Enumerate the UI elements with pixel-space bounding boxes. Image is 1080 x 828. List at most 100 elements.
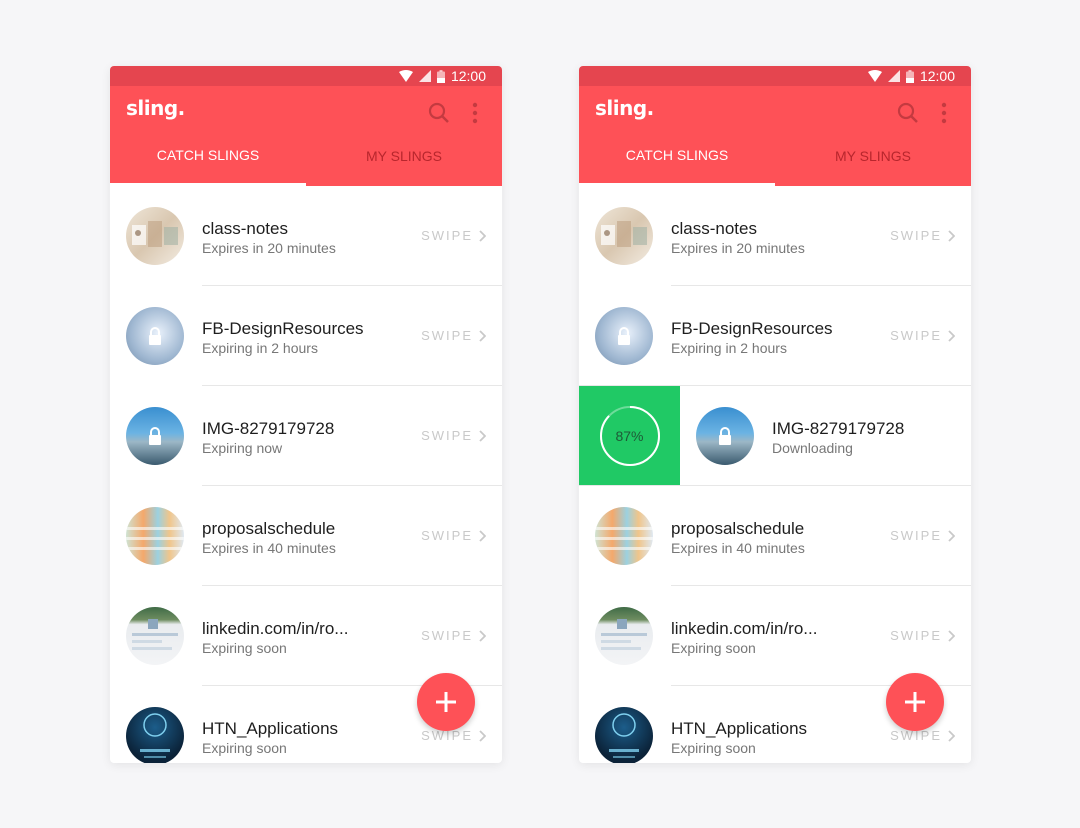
add-sling-button[interactable] bbox=[417, 673, 475, 731]
thumbnail bbox=[126, 407, 184, 465]
notes-thumbnail-image bbox=[132, 221, 178, 247]
list-item[interactable]: proposalschedule Expires in 40 minutes SW… bbox=[110, 486, 502, 586]
item-title: proposalschedule bbox=[671, 519, 805, 538]
htn-logo-image bbox=[609, 713, 639, 758]
download-progress-panel: 87% bbox=[579, 386, 680, 486]
thumbnail bbox=[595, 707, 653, 763]
thumbnail bbox=[595, 607, 653, 665]
list-item[interactable]: IMG-8279179728 Expiring now SWIPE bbox=[110, 386, 502, 486]
chevron-right-icon bbox=[479, 629, 486, 642]
thumbnail bbox=[595, 207, 653, 265]
item-title: IMG-8279179728 bbox=[202, 419, 335, 438]
progress-percent: 87% bbox=[615, 428, 644, 444]
item-subtitle: Expiring in 2 hours bbox=[671, 340, 787, 356]
linkedin-thumbnail-image bbox=[601, 619, 647, 650]
item-subtitle: Expires in 40 minutes bbox=[202, 540, 336, 556]
phone-screen-right: 12:00 sling. CATCH SLINGS MY SLINGS clas… bbox=[579, 66, 971, 763]
app-bar: sling. CATCH SLINGS MY SLINGS bbox=[110, 86, 502, 186]
swipe-hint[interactable]: SWIPE bbox=[421, 628, 486, 643]
swipe-hint[interactable]: SWIPE bbox=[421, 428, 486, 443]
wifi-icon bbox=[867, 70, 882, 82]
item-subtitle: Expiring in 2 hours bbox=[202, 340, 318, 356]
tab-bar: CATCH SLINGS MY SLINGS bbox=[579, 132, 971, 186]
chevron-right-icon bbox=[479, 529, 486, 542]
plus-icon bbox=[905, 692, 925, 712]
thumbnail bbox=[595, 507, 653, 565]
plus-icon bbox=[436, 692, 456, 712]
list-item[interactable]: FB-DesignResources Expiring in 2 hours SW… bbox=[110, 286, 502, 386]
status-time: 12:00 bbox=[919, 68, 955, 84]
tab-my-slings[interactable]: MY SLINGS bbox=[775, 132, 971, 186]
item-subtitle: Expiring soon bbox=[671, 740, 756, 756]
chevron-right-icon bbox=[479, 229, 486, 242]
thumbnail bbox=[126, 307, 184, 365]
list-item-downloading[interactable]: 87% IMG-8279179728 Downloading bbox=[579, 386, 971, 486]
more-vert-icon[interactable] bbox=[941, 102, 947, 124]
add-sling-button[interactable] bbox=[886, 673, 944, 731]
item-title: HTN_Applications bbox=[202, 719, 339, 738]
item-title: FB-DesignResources bbox=[202, 319, 364, 338]
thumbnail bbox=[126, 507, 184, 565]
list-item[interactable]: linkedin.com/in/ro... Expiring soon SWIPE bbox=[579, 586, 971, 686]
list-item[interactable]: FB-DesignResources Expiring in 2 hours SW… bbox=[579, 286, 971, 386]
item-title: proposalschedule bbox=[202, 519, 336, 538]
item-subtitle: Expiring soon bbox=[202, 740, 287, 756]
chevron-right-icon bbox=[948, 629, 955, 642]
tab-my-slings[interactable]: MY SLINGS bbox=[306, 132, 502, 186]
item-title: HTN_Applications bbox=[671, 719, 808, 738]
search-icon[interactable] bbox=[428, 102, 450, 124]
swipe-hint[interactable]: SWIPE bbox=[421, 228, 486, 243]
chevron-right-icon bbox=[479, 329, 486, 342]
phone-screen-left: 12:00 sling. CATCH SLINGS MY SLINGS clas… bbox=[110, 66, 502, 763]
app-bar: sling. CATCH SLINGS MY SLINGS bbox=[579, 86, 971, 186]
chevron-right-icon bbox=[479, 429, 486, 442]
chevron-right-icon bbox=[479, 729, 486, 742]
linkedin-thumbnail-image bbox=[132, 619, 178, 650]
chevron-right-icon bbox=[948, 529, 955, 542]
notes-thumbnail-image bbox=[601, 221, 647, 247]
lock-icon bbox=[618, 327, 630, 345]
tab-catch-slings[interactable]: CATCH SLINGS bbox=[110, 132, 306, 186]
swipe-hint[interactable]: SWIPE bbox=[421, 328, 486, 343]
swipe-hint[interactable]: SWIPE bbox=[421, 728, 486, 743]
item-subtitle: Expires in 20 minutes bbox=[202, 240, 336, 256]
signal-icon bbox=[418, 70, 431, 82]
chevron-right-icon bbox=[948, 229, 955, 242]
swipe-hint[interactable]: SWIPE bbox=[890, 628, 955, 643]
lock-icon bbox=[149, 427, 161, 445]
lock-icon bbox=[149, 327, 161, 345]
swipe-hint[interactable]: SWIPE bbox=[890, 728, 955, 743]
thumbnail bbox=[696, 407, 754, 465]
list-item[interactable]: linkedin.com/in/ro... Expiring soon SWIPE bbox=[110, 586, 502, 686]
chevron-right-icon bbox=[948, 329, 955, 342]
schedule-thumbnail-image bbox=[126, 527, 184, 550]
list-item[interactable]: class-notes Expires in 20 minutes SWIPE bbox=[110, 186, 502, 286]
tab-catch-slings[interactable]: CATCH SLINGS bbox=[579, 132, 775, 186]
thumbnail bbox=[126, 607, 184, 665]
list-item[interactable]: class-notes Expires in 20 minutes SWIPE bbox=[579, 186, 971, 286]
item-title: class-notes bbox=[671, 219, 757, 238]
swipe-hint[interactable]: SWIPE bbox=[890, 228, 955, 243]
status-bar: 12:00 bbox=[579, 66, 971, 86]
thumbnail bbox=[595, 307, 653, 365]
tab-bar: CATCH SLINGS MY SLINGS bbox=[110, 132, 502, 186]
swipe-hint[interactable]: SWIPE bbox=[890, 528, 955, 543]
signal-icon bbox=[887, 70, 900, 82]
thumbnail bbox=[126, 207, 184, 265]
item-subtitle: Expires in 20 minutes bbox=[671, 240, 805, 256]
chevron-right-icon bbox=[948, 729, 955, 742]
item-subtitle: Expiring soon bbox=[202, 640, 287, 656]
battery-icon bbox=[436, 69, 445, 83]
list-item[interactable]: proposalschedule Expires in 40 minutes SW… bbox=[579, 486, 971, 586]
swipe-hint[interactable]: SWIPE bbox=[890, 328, 955, 343]
status-bar: 12:00 bbox=[110, 66, 502, 86]
more-vert-icon[interactable] bbox=[472, 102, 478, 124]
search-icon[interactable] bbox=[897, 102, 919, 124]
wifi-icon bbox=[398, 70, 413, 82]
status-time: 12:00 bbox=[450, 68, 486, 84]
swipe-hint[interactable]: SWIPE bbox=[421, 528, 486, 543]
htn-logo-image bbox=[140, 713, 170, 758]
item-title: IMG-8279179728 bbox=[772, 419, 905, 438]
sling-logo: sling. bbox=[126, 96, 185, 120]
battery-icon bbox=[905, 69, 914, 83]
